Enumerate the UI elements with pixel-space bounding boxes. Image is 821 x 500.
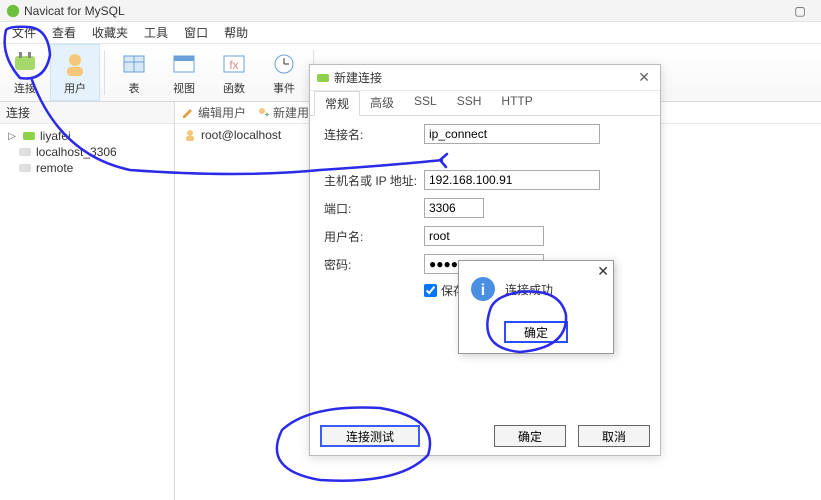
info-icon: i <box>469 275 497 303</box>
tab-http[interactable]: HTTP <box>491 91 542 115</box>
msgbox-close-icon[interactable]: ✕ <box>597 263 609 280</box>
menu-help[interactable]: 帮助 <box>216 24 256 41</box>
tab-advanced[interactable]: 高级 <box>360 91 404 115</box>
host-input[interactable] <box>424 170 600 190</box>
menu-file[interactable]: 文件 <box>4 24 44 41</box>
sidebar-item-remote[interactable]: remote <box>2 160 172 176</box>
window-maximize-icon[interactable]: ▢ <box>785 1 815 21</box>
toolbar-connection[interactable]: 连接 <box>0 44 50 101</box>
toolbar-event[interactable]: 事件 <box>259 44 309 101</box>
dialog-title: 新建连接 <box>334 69 382 86</box>
conn-name-input[interactable] <box>424 124 600 144</box>
user-add-icon <box>256 106 270 120</box>
port-input[interactable] <box>424 198 484 218</box>
password-label: 密码: <box>324 256 424 273</box>
connection-active-icon <box>22 129 36 143</box>
menu-tools[interactable]: 工具 <box>136 24 176 41</box>
table-icon <box>120 50 148 78</box>
conn-name-label: 连接名: <box>324 126 424 143</box>
svg-text:i: i <box>481 282 485 299</box>
connection-icon <box>316 71 330 85</box>
toolbar-view-label: 视图 <box>173 80 195 96</box>
user-label: root@localhost <box>201 128 281 142</box>
test-connection-button[interactable]: 连接测试 <box>320 425 420 447</box>
cancel-button[interactable]: 取消 <box>578 425 650 447</box>
plug-icon <box>11 50 39 78</box>
menu-view[interactable]: 查看 <box>44 24 84 41</box>
titlebar: Navicat for MySQL ▢ <box>0 0 821 22</box>
sidebar-item-label: remote <box>36 161 73 175</box>
toolbar-user[interactable]: 用户 <box>50 44 100 101</box>
toolbar-view[interactable]: 视图 <box>159 44 209 101</box>
success-messagebox: ✕ i 连接成功 确定 <box>458 260 614 354</box>
dialog-close-icon[interactable]: ✕ <box>634 69 654 86</box>
dialog-tabs: 常规 高级 SSL SSH HTTP <box>310 91 660 116</box>
msgbox-text: 连接成功 <box>505 281 553 298</box>
connection-icon <box>18 161 32 175</box>
pencil-icon <box>181 106 195 120</box>
view-icon <box>170 50 198 78</box>
sidebar-item-liyafei[interactable]: ▷ liyafei <box>2 128 172 144</box>
sidebar-item-localhost[interactable]: localhost_3306 <box>2 144 172 160</box>
toolbar-table[interactable]: 表 <box>109 44 159 101</box>
event-icon <box>270 50 298 78</box>
connection-icon <box>18 145 32 159</box>
user-icon <box>61 50 89 78</box>
user-label: 用户名: <box>324 228 424 245</box>
sidebar-header: 连接 <box>0 102 174 124</box>
edit-user-button[interactable]: 编辑用户 <box>181 104 246 121</box>
app-logo <box>6 4 20 18</box>
tab-general[interactable]: 常规 <box>314 91 360 116</box>
menu-favorites[interactable]: 收藏夹 <box>84 24 136 41</box>
menubar: 文件 查看 收藏夹 工具 窗口 帮助 <box>0 22 821 44</box>
sidebar-item-label: liyafei <box>40 129 71 143</box>
function-icon: fx <box>220 50 248 78</box>
menu-window[interactable]: 窗口 <box>176 24 216 41</box>
save-password-input[interactable] <box>424 284 437 297</box>
app-title: Navicat for MySQL <box>24 4 125 18</box>
toolbar-user-label: 用户 <box>64 80 86 96</box>
toolbar-function[interactable]: fx 函数 <box>209 44 259 101</box>
ok-button[interactable]: 确定 <box>494 425 566 447</box>
tree-toggle-icon[interactable]: ▷ <box>6 131 18 142</box>
port-label: 端口: <box>324 200 424 217</box>
toolbar-table-label: 表 <box>129 80 140 96</box>
host-label: 主机名或 IP 地址: <box>324 172 424 189</box>
user-input[interactable] <box>424 226 544 246</box>
svg-text:fx: fx <box>229 58 238 72</box>
tab-ssl[interactable]: SSL <box>404 91 447 115</box>
sidebar: 连接 ▷ liyafei localhost_3306 remote <box>0 102 175 500</box>
user-icon <box>183 128 197 142</box>
toolbar-function-label: 函数 <box>223 80 245 96</box>
toolbar-event-label: 事件 <box>273 80 295 96</box>
msgbox-ok-button[interactable]: 确定 <box>504 321 568 343</box>
tab-ssh[interactable]: SSH <box>447 91 492 115</box>
sidebar-item-label: localhost_3306 <box>36 145 117 159</box>
toolbar-connection-label: 连接 <box>14 80 36 96</box>
